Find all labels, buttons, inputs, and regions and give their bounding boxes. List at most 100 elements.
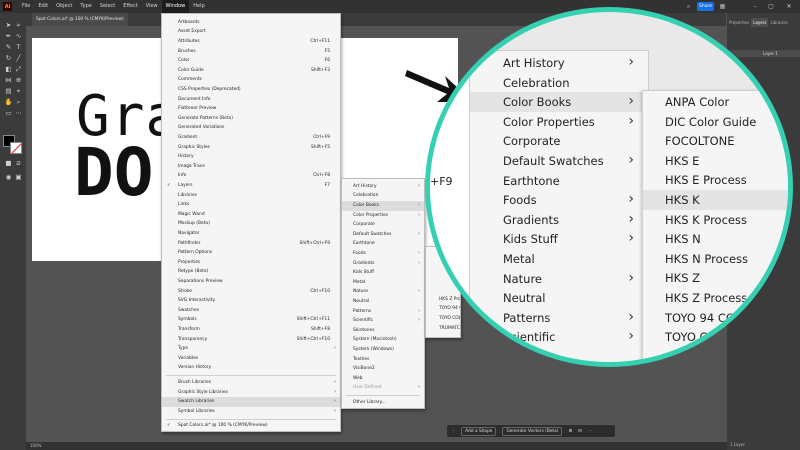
add-shape-button[interactable]: Add a Shape xyxy=(461,426,497,436)
window-menu-item-magic-wand[interactable]: Magic Wand xyxy=(162,210,340,220)
window-menu-item-css-properties-deprecated[interactable]: CSS Properties (Deprecated) xyxy=(162,85,340,95)
window-menu-item-image-trace[interactable]: Image Trace xyxy=(162,162,340,172)
magnified-item-foods[interactable]: Foods › xyxy=(470,190,648,210)
swatch-library-user-defined[interactable]: User Defined › xyxy=(342,384,424,394)
window-menu-item-navigator[interactable]: Navigator xyxy=(162,229,340,239)
window-menu-item-version-history[interactable]: Version History xyxy=(162,364,340,374)
window-menu-item-pathfinder[interactable]: Pathfinder Shift+Ctrl+F9 xyxy=(162,239,340,249)
curvature-tool-icon[interactable]: ∿ xyxy=(14,32,23,41)
hand-tool-icon[interactable]: ✋ xyxy=(4,98,13,107)
magnified-color-book-focoltone[interactable]: FOCOLTONE xyxy=(643,131,788,151)
magnified-item-color-properties[interactable]: Color Properties › xyxy=(470,112,648,132)
swatch-library-textiles[interactable]: Textiles xyxy=(342,355,424,365)
window-menu-item-generate-patterns-beta[interactable]: Generate Patterns (Beta) xyxy=(162,114,340,124)
menu-object[interactable]: Object xyxy=(52,0,76,13)
rotate-tool-icon[interactable]: ↻ xyxy=(4,54,13,63)
window-menu-item-graphic-style-libraries[interactable]: Graphic Style Libraries › xyxy=(162,388,340,398)
window-menu-item-generated-variations[interactable]: Generated Variations xyxy=(162,124,340,134)
window-menu-item-swatches[interactable]: Swatches xyxy=(162,306,340,316)
menu-effect[interactable]: Effect xyxy=(119,0,141,13)
magnified-item-patterns[interactable]: Patterns › xyxy=(470,308,648,328)
magnified-item-default-swatches[interactable]: Default Swatches › xyxy=(470,151,648,171)
artboard-tool-icon[interactable]: ▭ xyxy=(4,109,13,118)
eraser-tool-icon[interactable]: ◧ xyxy=(4,65,13,74)
screen-mode-icon[interactable]: ▣ xyxy=(14,173,23,182)
pencil-tool-icon[interactable]: ✎ xyxy=(4,43,13,52)
window-menu-item-svg-interactivity[interactable]: SVG Interactivity xyxy=(162,296,340,306)
magnified-color-book-dic-color-guide[interactable]: DIC Color Guide xyxy=(643,112,788,132)
zoom-tool-icon[interactable]: ⌕ xyxy=(14,98,23,107)
window-menu-item-history[interactable]: History xyxy=(162,152,340,162)
search-icon[interactable]: ⌕ xyxy=(684,2,693,11)
menu-view[interactable]: View xyxy=(142,0,162,13)
swatch-library-default-swatches[interactable]: Default Swatches › xyxy=(342,230,424,240)
swatch-library-metal[interactable]: Metal xyxy=(342,278,424,288)
magnified-item-nature[interactable]: Nature › xyxy=(470,269,648,289)
window-menu-item-color-guide[interactable]: Color Guide Shift+F3 xyxy=(162,66,340,76)
window-menu-item-layers[interactable]: ✓ Layers F7 xyxy=(162,181,340,191)
menu-select[interactable]: Select xyxy=(96,0,119,13)
align-icon[interactable]: ⊟ xyxy=(578,429,582,434)
swatch-library-system-macintosh[interactable]: System (Macintosh) xyxy=(342,336,424,346)
swatch-library-system-windows[interactable]: System (Windows) xyxy=(342,345,424,355)
document-tab[interactable]: Spot Colors.ai* @ 100 % (CMYK/Preview) xyxy=(32,13,128,26)
magnified-item-corporate[interactable]: Corporate xyxy=(470,131,648,151)
menu-type[interactable]: Type xyxy=(76,0,95,13)
magnified-item-color-books[interactable]: Color Books › xyxy=(470,92,648,112)
magnified-item-gradients[interactable]: Gradients › xyxy=(470,210,648,230)
line-tool-icon[interactable]: ╱ xyxy=(14,54,23,63)
swatch-library-celebration[interactable]: Celebration xyxy=(342,192,424,202)
window-menu-item-retype-beta[interactable]: Retype (Beta) xyxy=(162,268,340,278)
magnified-item-neutral[interactable]: Neutral xyxy=(470,288,648,308)
swatch-library-skintones[interactable]: Skintones xyxy=(342,326,424,336)
eyedropper-tool-icon[interactable]: ⌖ xyxy=(14,87,23,96)
window-menu-item-asset-export[interactable]: Asset Export xyxy=(162,28,340,38)
width-tool-icon[interactable]: ⋈ xyxy=(4,76,13,85)
window-menu-item-flattener-preview[interactable]: Flattener Preview xyxy=(162,104,340,114)
magnified-color-book-hks-z-process[interactable]: HKS Z Process xyxy=(643,288,788,308)
window-menu-item-transform[interactable]: Transform Shift+F8 xyxy=(162,325,340,335)
window-menu-item-swatch-libraries[interactable]: Swatch Libraries › xyxy=(162,397,340,407)
none-mode-icon[interactable]: ⧄ xyxy=(14,159,23,168)
window-menu-item-document-info[interactable]: Document Info xyxy=(162,95,340,105)
menu-window[interactable]: Window xyxy=(161,0,190,13)
swatch-library-color-properties[interactable]: Color Properties › xyxy=(342,211,424,221)
magnified-color-book-toyo-94-color-finder[interactable]: TOYO 94 COLOR FINDER xyxy=(643,308,788,328)
more-tools-icon[interactable]: ⋯ xyxy=(14,109,23,118)
type-tool-icon[interactable]: T xyxy=(14,43,23,52)
window-menu-item-stroke[interactable]: Stroke Ctrl+F10 xyxy=(162,287,340,297)
magnified-color-book-hks-k[interactable]: HKS K xyxy=(643,190,788,210)
draw-mode-icon[interactable]: ◉ xyxy=(4,173,13,182)
window-menu-item-pattern-options[interactable]: Pattern Options xyxy=(162,248,340,258)
swatch-library-gradients[interactable]: Gradients › xyxy=(342,259,424,269)
swatch-library-kids-stuff[interactable]: Kids Stuff xyxy=(342,268,424,278)
magnified-color-book-anpa-color[interactable]: ANPA Color xyxy=(643,92,788,112)
generate-vectors-button[interactable]: Generate Vectors (Beta) xyxy=(502,426,563,436)
direct-selection-tool-icon[interactable]: ➢ xyxy=(14,21,23,30)
magnified-item-scientific[interactable]: Scientific › xyxy=(470,327,648,347)
other-library-item[interactable]: Other Library... xyxy=(342,398,424,408)
stroke-swatch[interactable] xyxy=(10,142,22,154)
window-menu-item-links[interactable]: Links xyxy=(162,200,340,210)
window-menu-item-color[interactable]: Color F6 xyxy=(162,56,340,66)
magnified-item-kids-stuff[interactable]: Kids Stuff › xyxy=(470,229,648,249)
window-menu-item-separations-preview[interactable]: Separations Preview xyxy=(162,277,340,287)
swatch-library-nature[interactable]: Nature › xyxy=(342,288,424,298)
magnified-color-book-hks-z[interactable]: HKS Z xyxy=(643,268,788,288)
window-menu-item-libraries[interactable]: Libraries xyxy=(162,191,340,201)
menu-help[interactable]: Help xyxy=(189,0,208,13)
menu-edit[interactable]: Edit xyxy=(34,0,52,13)
menu-file[interactable]: File xyxy=(18,0,34,13)
magnified-color-book-hks-n[interactable]: HKS N xyxy=(643,229,788,249)
gradient-tool-icon[interactable]: ▤ xyxy=(4,87,13,96)
swatch-library-neutral[interactable]: Neutral xyxy=(342,297,424,307)
zoom-level[interactable]: 100% xyxy=(30,443,41,448)
swatch-library-earthtone[interactable]: Earthtone xyxy=(342,240,424,250)
magnified-color-book-toyo-color-finder[interactable]: TOYO COLOR FINDER xyxy=(643,327,788,347)
magnified-item-metal[interactable]: Metal xyxy=(470,249,648,269)
color-mode-icon[interactable]: ■ xyxy=(4,159,13,168)
swatch-library-scientific[interactable]: Scientific › xyxy=(342,316,424,326)
pen-tool-icon[interactable]: ✒ xyxy=(4,32,13,41)
task-bar-grip-icon[interactable]: ⋮ xyxy=(451,429,455,434)
magnified-item-celebration[interactable]: Celebration xyxy=(470,73,648,93)
